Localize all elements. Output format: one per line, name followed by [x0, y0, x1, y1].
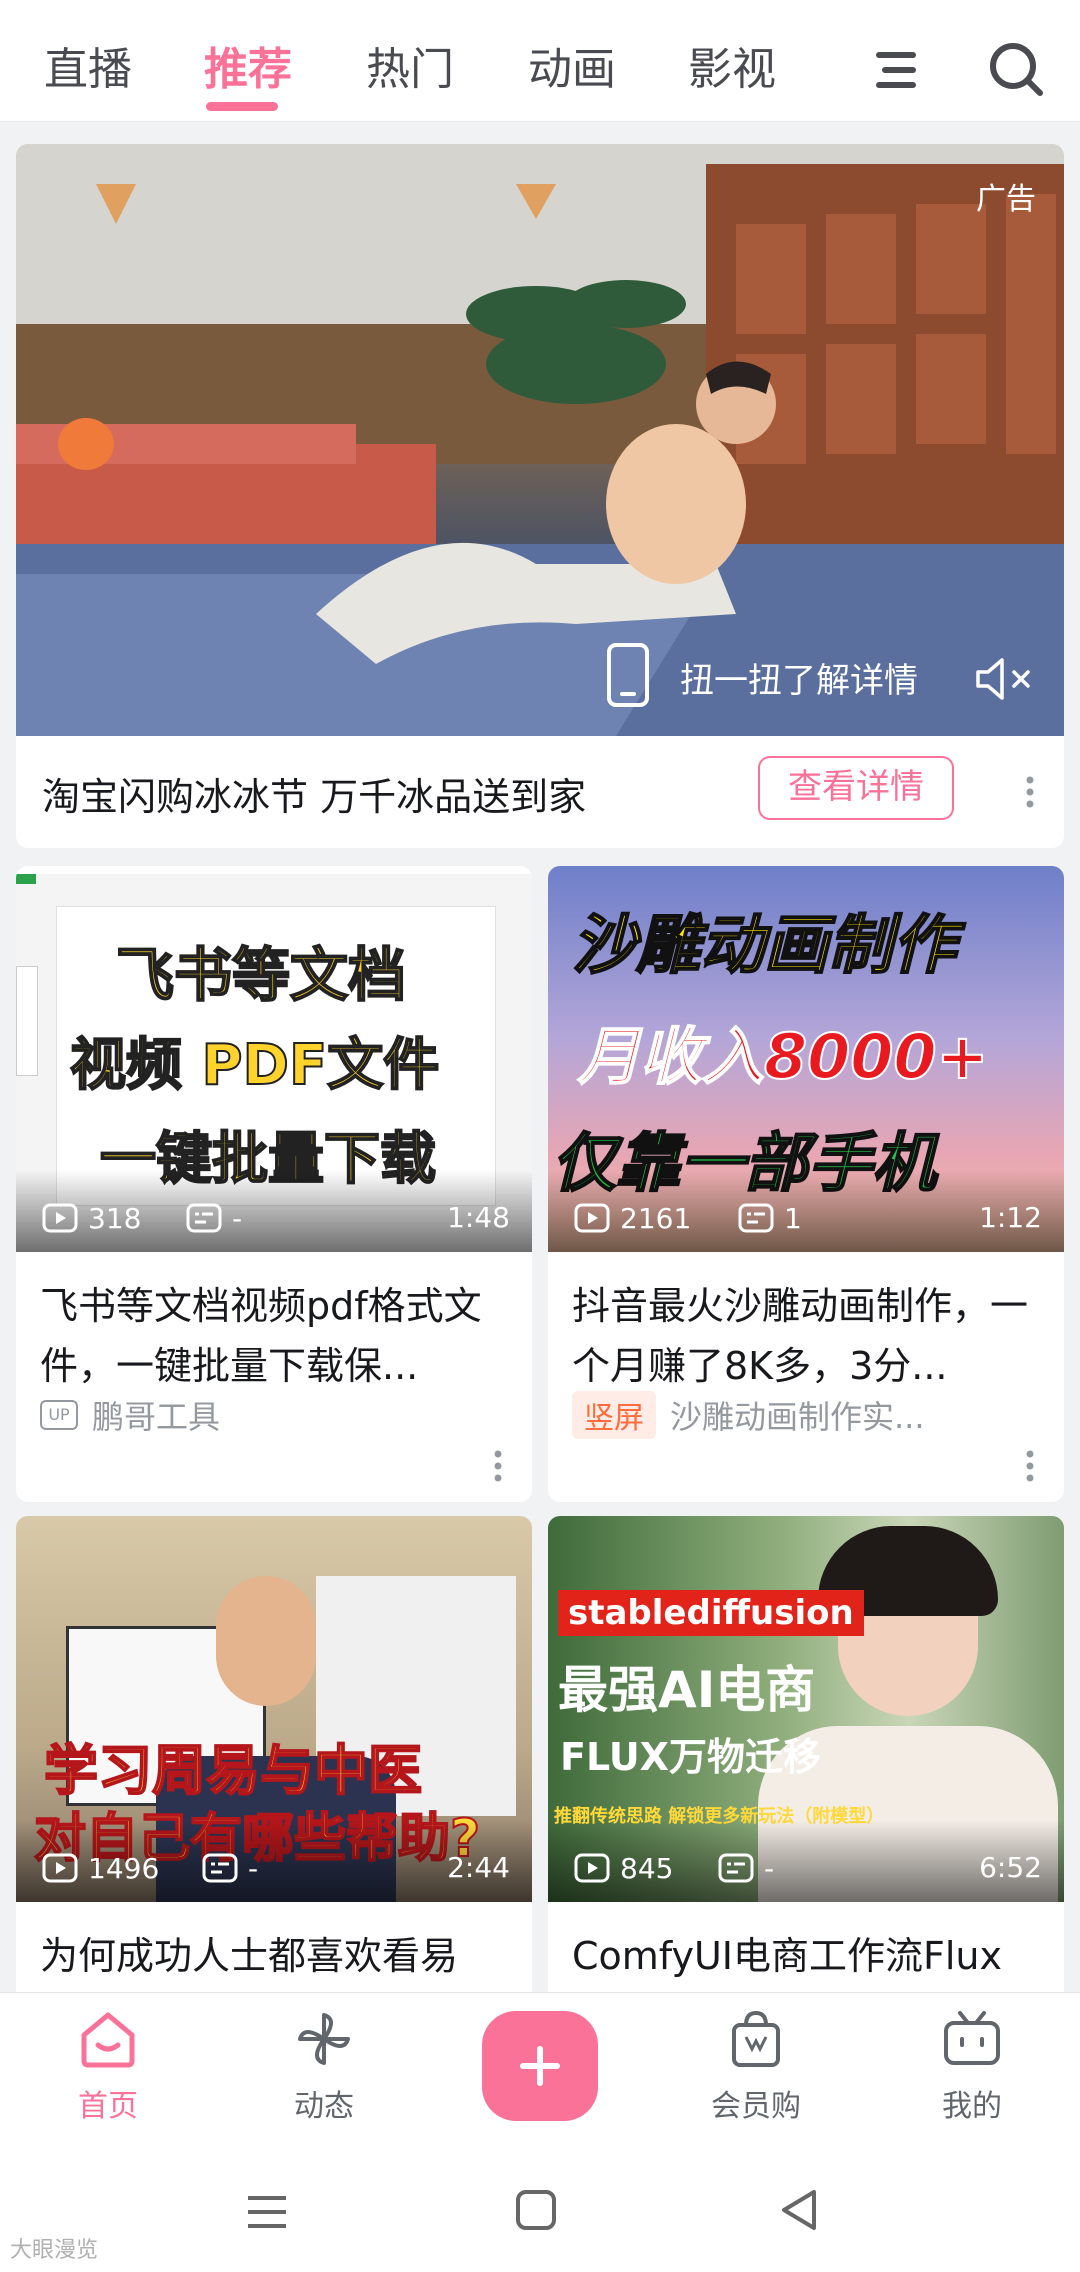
- thumbnail-text-line: 飞书等文档: [115, 940, 407, 1010]
- author-name[interactable]: 沙雕动画制作实...: [670, 1392, 925, 1438]
- video-stats-bar: 845 - 6:52: [548, 1820, 1064, 1902]
- ad-label: 广告: [976, 182, 1036, 217]
- danmaku-count: -: [718, 1848, 774, 1888]
- nav-dynamic[interactable]: 动态: [254, 2009, 394, 2125]
- nav-mine[interactable]: 我的: [902, 2009, 1042, 2125]
- home-icon: [81, 2012, 135, 2068]
- danmaku-count: -: [202, 1848, 258, 1888]
- video-thumbnail[interactable]: 学习周易与中医 对自己有哪些帮助? 1496 - 2:44: [16, 1516, 532, 1902]
- video-card[interactable]: 沙雕动画制作 月收入8000+ 仅靠一部手机 2161 1 1:12 抖音最火沙…: [548, 866, 1064, 1502]
- search-icon[interactable]: [980, 34, 1052, 106]
- video-thumbnail[interactable]: stablediffusion 最强AI电商 FLUX万物迁移 推翻传统思路 解…: [548, 1516, 1064, 1902]
- thumbnail-text-line: 最强AI电商: [558, 1661, 816, 1719]
- thumbnail-text-line: 视频 PDF文件: [69, 1032, 440, 1099]
- video-card[interactable]: stablediffusion 最强AI电商 FLUX万物迁移 推翻传统思路 解…: [548, 1516, 1064, 2036]
- vertical-screen-badge: 竖屏: [572, 1391, 656, 1439]
- danmaku-count: 1: [738, 1198, 802, 1238]
- video-title[interactable]: 为何成功人士都喜欢看易: [40, 1926, 510, 1990]
- nav-mine-label: 我的: [942, 2089, 1002, 2124]
- tab-live[interactable]: 直播: [44, 38, 132, 102]
- ad-shake-hint: 扭一扭了解详情: [606, 642, 918, 712]
- more-options-icon[interactable]: [1012, 1448, 1048, 1484]
- nav-home-label: 首页: [78, 2089, 138, 2124]
- danmaku-count: -: [186, 1198, 242, 1238]
- phone-icon: [606, 642, 650, 712]
- video-thumbnail[interactable]: 飞书等文档 视频 PDF文件 一键批量下载 318 - 1:48: [16, 866, 532, 1252]
- video-stats-bar: 318 - 1:48: [16, 1170, 532, 1252]
- publish-plus-button[interactable]: [482, 2011, 598, 2121]
- shopping-bag-icon: [732, 2010, 780, 2067]
- video-thumbnail[interactable]: 沙雕动画制作 月收入8000+ 仅靠一部手机 2161 1 1:12: [548, 866, 1064, 1252]
- video-duration: 6:52: [979, 1851, 1042, 1884]
- play-count-icon: [574, 1203, 610, 1233]
- video-title[interactable]: ComfyUI电商工作流Flux: [572, 1926, 1042, 1990]
- view-details-button[interactable]: 查看详情: [758, 756, 954, 820]
- play-count-icon: [42, 1203, 78, 1233]
- video-meta: UP 鹏哥工具: [40, 1390, 220, 1440]
- back-triangle-icon[interactable]: [776, 2186, 820, 2238]
- tab-film-tv[interactable]: 影视: [688, 38, 776, 102]
- play-count-icon: [42, 1853, 78, 1883]
- video-stats-bar: 1496 - 2:44: [16, 1820, 532, 1902]
- nav-vip-shop[interactable]: 会员购: [686, 2009, 826, 2125]
- view-count: 1496: [42, 1848, 159, 1888]
- author-name[interactable]: 鹏哥工具: [92, 1392, 220, 1438]
- bottom-navigation: 首页 动态 会员购 我的: [0, 1992, 1080, 2152]
- thumbnail-text-line: FLUX万物迁移: [560, 1735, 821, 1779]
- thumbnail-text-line: 月收入8000+: [577, 1019, 990, 1094]
- view-count: 318: [42, 1198, 141, 1238]
- video-duration: 2:44: [447, 1851, 510, 1884]
- video-meta: 竖屏 沙雕动画制作实...: [572, 1390, 925, 1440]
- tab-recommend[interactable]: 推荐: [204, 38, 292, 102]
- thumbnail-text-line: 沙雕动画制作: [571, 908, 957, 984]
- watermark: 大眼漫览: [10, 2238, 99, 2263]
- more-options-icon[interactable]: [1012, 774, 1048, 810]
- up-badge: UP: [40, 1400, 78, 1430]
- ad-shake-text: 扭一扭了解详情: [680, 660, 918, 701]
- view-count: 845: [574, 1848, 673, 1888]
- thumbnail-text-line: stablediffusion: [558, 1590, 864, 1636]
- play-count-icon: [574, 1853, 610, 1883]
- video-title[interactable]: 飞书等文档视频pdf格式文件，一键批量下载保...: [40, 1276, 510, 1396]
- ad-card[interactable]: 广告 扭一扭了解详情 淘宝闪购冰冰节 万千冰品送到家 查看详情: [16, 144, 1064, 848]
- video-card[interactable]: 学习周易与中医 对自己有哪些帮助? 1496 - 2:44 为何成功人士都喜欢看…: [16, 1516, 532, 2036]
- danmaku-icon: [718, 1853, 754, 1883]
- home-square-icon[interactable]: [514, 2188, 558, 2236]
- tab-popular[interactable]: 热门: [366, 38, 454, 102]
- tv-icon: [944, 2011, 1000, 2065]
- video-duration: 1:12: [979, 1201, 1042, 1234]
- system-navigation-bar: [0, 2152, 1080, 2272]
- ad-title[interactable]: 淘宝闪购冰冰节 万千冰品送到家: [42, 766, 586, 821]
- pinwheel-icon: [298, 2013, 350, 2065]
- thumbnail-text-line: 学习周易与中医: [43, 1738, 423, 1803]
- recent-apps-icon[interactable]: [242, 2192, 292, 2236]
- mute-icon[interactable]: [972, 654, 1036, 704]
- active-tab-indicator: [206, 102, 278, 111]
- ad-image[interactable]: 广告 扭一扭了解详情: [16, 144, 1064, 736]
- nav-vip-shop-label: 会员购: [711, 2089, 801, 2124]
- video-stats-bar: 2161 1 1:12: [548, 1170, 1064, 1252]
- video-duration: 1:48: [447, 1201, 510, 1234]
- danmaku-icon: [738, 1203, 774, 1233]
- danmaku-icon: [202, 1853, 238, 1883]
- top-tab-bar: 直播 推荐 热门 动画 影视: [0, 0, 1080, 122]
- view-count: 2161: [574, 1198, 691, 1238]
- nav-home[interactable]: 首页: [38, 2009, 178, 2125]
- danmaku-icon: [186, 1203, 222, 1233]
- more-options-icon[interactable]: [480, 1448, 516, 1484]
- video-card[interactable]: 飞书等文档 视频 PDF文件 一键批量下载 318 - 1:48 飞书等文档视频…: [16, 866, 532, 1502]
- tab-animation[interactable]: 动画: [528, 38, 616, 102]
- video-title[interactable]: 抖音最火沙雕动画制作，一个月赚了8K多，3分...: [572, 1276, 1042, 1396]
- menu-icon[interactable]: [862, 34, 934, 106]
- plus-icon: [520, 2046, 560, 2086]
- nav-dynamic-label: 动态: [294, 2089, 354, 2124]
